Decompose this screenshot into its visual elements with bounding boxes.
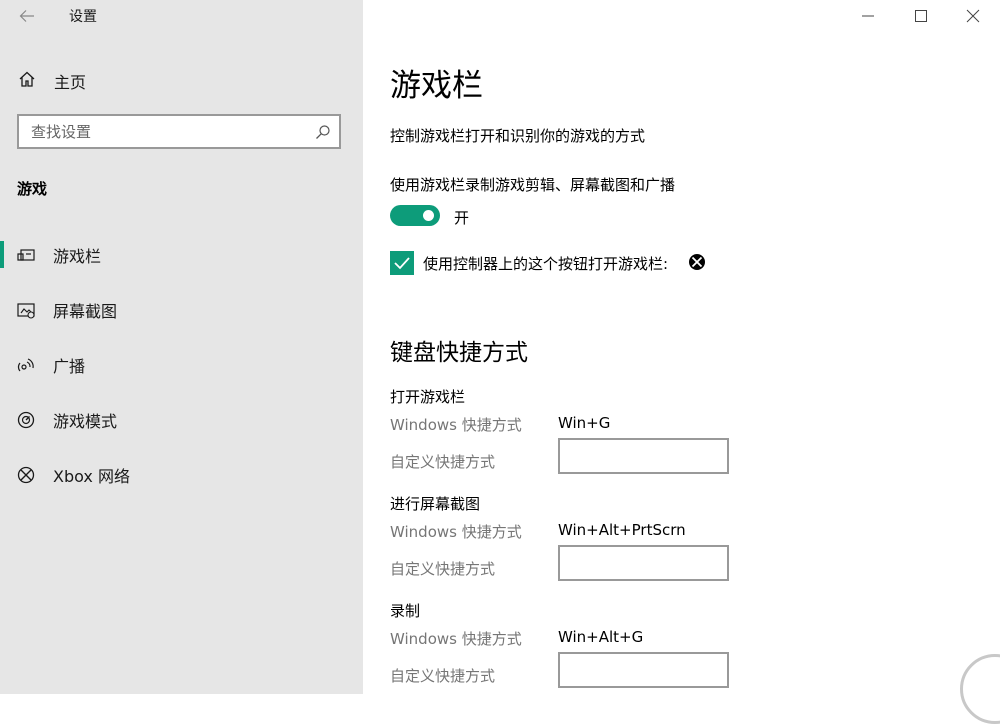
back-button[interactable]	[18, 7, 36, 25]
sidebar-item-label: 游戏模式	[53, 412, 118, 431]
maximize-icon	[915, 10, 927, 22]
xbox-logo-icon	[689, 254, 705, 270]
close-button[interactable]	[950, 0, 996, 32]
custom-shortcut-input[interactable]	[558, 545, 729, 581]
windows-shortcut-value: Win+G	[558, 414, 611, 432]
sidebar-nav: 游戏栏 屏幕截图 广播 游戏模式 Xbox 网络	[0, 227, 363, 502]
sidebar-item-game-mode[interactable]: 游戏模式	[0, 392, 363, 447]
custom-shortcut-input[interactable]	[558, 652, 729, 688]
custom-shortcut-label: 自定义快捷方式	[390, 453, 496, 471]
controller-checkbox-label: 使用控制器上的这个按钮打开游戏栏:	[423, 255, 669, 273]
xbox-icon	[17, 466, 35, 484]
game-bar-icon	[17, 249, 35, 261]
search-input[interactable]	[19, 116, 321, 147]
windows-shortcut-value: Win+Alt+G	[558, 628, 644, 646]
custom-shortcut-label: 自定义快捷方式	[390, 560, 496, 578]
toggle-state-label: 开	[454, 209, 470, 227]
custom-shortcut-label: 自定义快捷方式	[390, 667, 496, 685]
windows-shortcut-label: Windows 快捷方式	[390, 416, 522, 434]
sidebar: 设置 主页 游戏 游戏栏 屏幕截图	[0, 0, 363, 694]
capture-icon	[17, 303, 35, 319]
sidebar-home-label: 主页	[54, 73, 87, 92]
search-icon[interactable]	[315, 124, 331, 140]
controller-checkbox[interactable]	[390, 251, 414, 275]
page-description: 控制游戏栏打开和识别你的游戏的方式	[390, 127, 646, 145]
record-toggle[interactable]	[390, 205, 440, 226]
sidebar-item-label: 游戏栏	[53, 247, 102, 266]
windows-shortcut-value: Win+Alt+PrtScrn	[558, 521, 686, 539]
sidebar-item-label: 屏幕截图	[53, 302, 118, 321]
page-title: 游戏栏	[390, 68, 483, 104]
sidebar-item-label: Xbox 网络	[53, 467, 130, 486]
app-title: 设置	[69, 9, 97, 25]
toggle-knob	[423, 210, 434, 221]
shortcut-group-title: 进行屏幕截图	[390, 495, 481, 513]
record-setting-label: 使用游戏栏录制游戏剪辑、屏幕截图和广播	[390, 176, 676, 194]
shortcut-group-title: 录制	[390, 602, 421, 620]
sidebar-item-captures[interactable]: 屏幕截图	[0, 282, 363, 337]
sidebar-item-label: 广播	[53, 357, 86, 376]
search-box[interactable]	[17, 114, 341, 149]
sidebar-item-broadcasting[interactable]: 广播	[0, 337, 363, 392]
sidebar-item-home[interactable]: 主页	[0, 62, 363, 98]
home-icon	[19, 71, 35, 87]
custom-shortcut-input[interactable]	[558, 438, 729, 474]
windows-shortcut-label: Windows 快捷方式	[390, 523, 522, 541]
close-icon	[966, 9, 980, 23]
sidebar-section-label: 游戏	[17, 180, 48, 198]
sidebar-item-xbox-networking[interactable]: Xbox 网络	[0, 447, 363, 502]
shortcut-group-title: 打开游戏栏	[390, 388, 466, 406]
sidebar-item-game-bar[interactable]: 游戏栏	[0, 227, 363, 282]
maximize-button[interactable]	[898, 0, 944, 32]
minimize-icon	[862, 15, 874, 17]
checkmark-icon	[394, 257, 410, 270]
broadcast-icon	[17, 358, 34, 372]
keyboard-shortcuts-title: 键盘快捷方式	[390, 340, 528, 366]
back-arrow-icon	[19, 10, 34, 22]
corner-decoration	[960, 654, 1000, 724]
minimize-button[interactable]	[845, 0, 891, 32]
game-mode-icon	[17, 411, 35, 429]
windows-shortcut-label: Windows 快捷方式	[390, 630, 522, 648]
